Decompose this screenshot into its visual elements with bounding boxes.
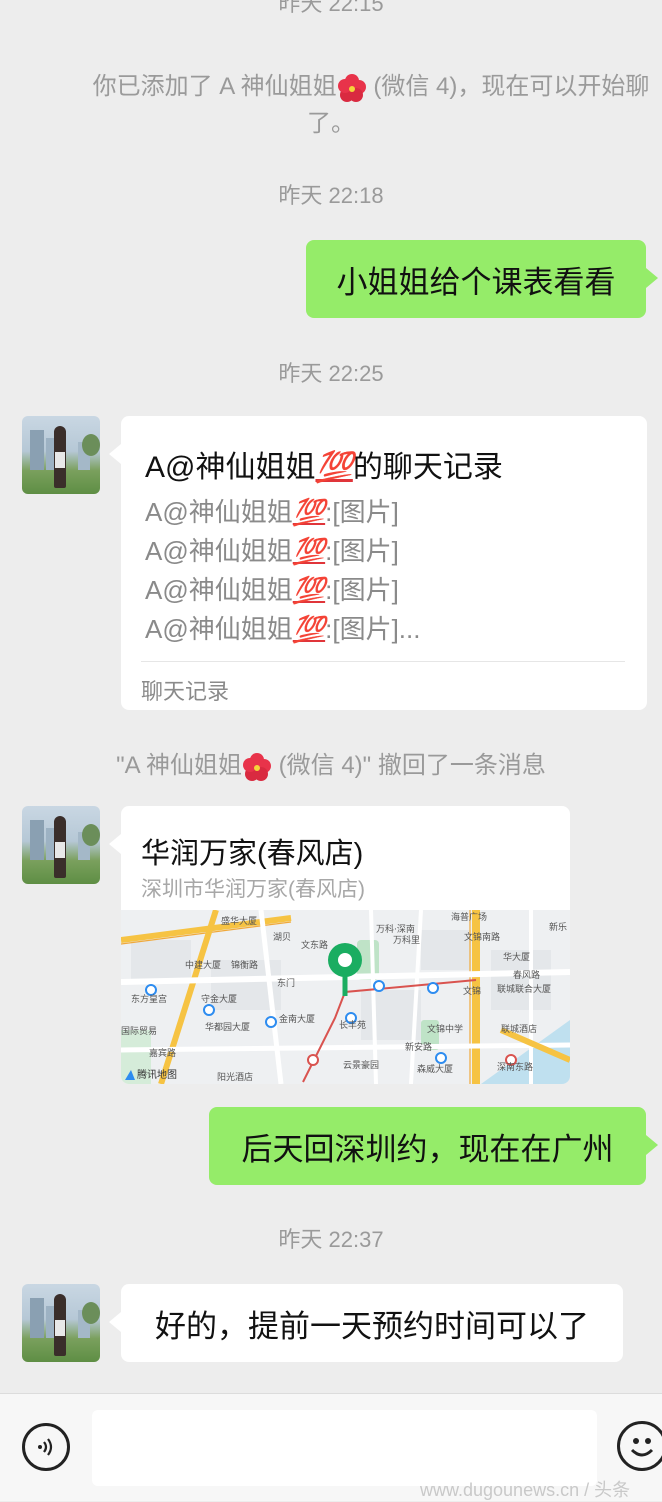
map-label: 阳光酒店 <box>217 1071 253 1083</box>
system-added-notice: 你已添加了 A 神仙姐姐 (微信 4)，现在可以开始聊 <box>0 66 662 103</box>
map-label: 森威大厦 <box>417 1063 453 1075</box>
received-message-bubble[interactable]: 好的，提前一天预约时间可以了 <box>121 1284 623 1362</box>
smiley-icon <box>630 1438 654 1457</box>
map-label: 深南东路 <box>497 1061 533 1073</box>
map-label: 国际贸易 <box>121 1025 157 1037</box>
map-label: 万科·深南 <box>376 923 415 935</box>
map-label: 东方皇宫 <box>131 993 167 1005</box>
chat-record-title: A@神仙姐姐💯的聊天记录 <box>145 442 503 486</box>
map-label: 文锦 <box>463 985 481 997</box>
contact-avatar[interactable] <box>22 806 100 884</box>
chat-record-title-suffix: 的聊天记录 <box>352 451 503 484</box>
sent-message-bubble[interactable]: 后天回深圳约，现在在广州 <box>209 1107 646 1185</box>
chat-record-card[interactable]: A@神仙姐姐💯的聊天记录 A@神仙姐姐💯:[图片] A@神仙姐姐💯:[图片] A… <box>121 416 647 710</box>
location-address: 深圳市华润万家(春风店) <box>141 878 365 901</box>
hundred-points-icon: 💯 <box>315 451 353 484</box>
chat-record-line: A@神仙姐姐💯:[图片] <box>145 497 399 527</box>
bubble-tail <box>109 834 121 854</box>
timestamp: 昨天 22:18 <box>278 183 384 208</box>
hundred-points-icon: 💯 <box>292 575 326 605</box>
location-map[interactable]: 盛华大厦 湖贝 文东路 万科·深南 万科里 海普广场 文锦南路 华大厦 新乐 中… <box>121 910 570 1084</box>
timestamp: 昨天 22:25 <box>278 361 384 386</box>
map-label: 金南大厦 <box>279 1013 315 1025</box>
chat-record-title-name: A@神仙姐姐 <box>145 451 316 484</box>
timestamp: 昨天 22:37 <box>278 1227 384 1252</box>
system-added-prefix: 你已添加了 A 神仙姐姐 <box>92 73 337 100</box>
map-attribution: 腾讯地图 <box>137 1068 177 1081</box>
map-label: 文锦南路 <box>464 931 500 943</box>
system-added-line2: 了。 <box>307 110 355 137</box>
recall-notice-suffix: (微信 4)" 撤回了一条消息 <box>272 752 546 779</box>
contact-avatar[interactable] <box>22 416 100 494</box>
chat-input-bar: www.dugounews.cn / 头条 <box>0 1393 662 1501</box>
map-label: 嘉宾路 <box>149 1047 176 1059</box>
location-title: 华润万家(春风店) <box>141 838 364 870</box>
message-text: 小姐姐给个课表看看 <box>336 264 616 300</box>
bubble-tail <box>646 1135 658 1155</box>
bubble-tail <box>646 268 658 288</box>
map-label: 盛华大厦 <box>221 915 257 927</box>
chat-record-line: A@神仙姐姐💯:[图片] <box>145 536 399 566</box>
map-label: 云景豪园 <box>343 1059 379 1071</box>
sent-message-bubble[interactable]: 小姐姐给个课表看看 <box>306 240 646 318</box>
chat-record-line: A@神仙姐姐💯:[图片] <box>145 575 399 605</box>
map-label: 文东路 <box>301 939 328 951</box>
map-label: 春风路 <box>513 969 540 981</box>
hibiscus-icon <box>337 73 367 103</box>
map-label: 联城联合大厦 <box>497 983 551 995</box>
hibiscus-icon <box>242 752 272 782</box>
divider <box>141 661 625 662</box>
voice-icon <box>38 1438 53 1456</box>
voice-input-button[interactable] <box>22 1423 70 1471</box>
message-text: 好的，提前一天预约时间可以了 <box>155 1308 589 1344</box>
system-added-suffix: (微信 4)，现在可以开始聊 <box>366 73 650 100</box>
hundred-points-icon: 💯 <box>292 536 326 566</box>
map-label: 长丰苑 <box>339 1019 366 1031</box>
partial-timestamp: 昨天 22:15 <box>278 0 384 16</box>
map-label: 华都园大厦 <box>205 1021 250 1033</box>
chat-record-line: A@神仙姐姐💯:[图片]... <box>145 614 421 644</box>
map-label: 湖贝 <box>273 932 291 943</box>
watermark-text: www.dugounews.cn / 头条 <box>420 1480 631 1500</box>
message-text: 后天回深圳约，现在在广州 <box>241 1131 614 1167</box>
map-label: 万科里 <box>393 934 420 946</box>
map-label: 东门 <box>277 977 295 989</box>
map-label: 新安路 <box>405 1041 432 1053</box>
hundred-points-icon: 💯 <box>292 614 326 644</box>
emoji-button[interactable] <box>617 1421 662 1471</box>
map-label: 锦衡路 <box>231 959 258 971</box>
map-label: 海普广场 <box>451 911 487 923</box>
contact-avatar[interactable] <box>22 1284 100 1362</box>
hundred-points-icon: 💯 <box>292 497 326 527</box>
map-label: 中建大厦 <box>185 959 221 971</box>
bubble-tail <box>109 444 121 464</box>
bubble-tail <box>109 1312 121 1332</box>
recall-notice-prefix: "A 神仙姐姐 <box>116 752 242 779</box>
map-label: 华大厦 <box>503 951 530 963</box>
location-card[interactable]: 华润万家(春风店) 深圳市华润万家(春风店) 盛华大厦 湖贝 文东路 万科·深南… <box>121 806 570 1084</box>
map-label: 联城酒店 <box>501 1023 537 1035</box>
map-label: 文锦中学 <box>427 1023 463 1035</box>
recall-notice: "A 神仙姐姐 (微信 4)" 撤回了一条消息 <box>0 745 662 782</box>
map-label: 新乐 <box>549 921 567 933</box>
chat-record-footer: 聊天记录 <box>141 679 230 704</box>
map-label: 守金大厦 <box>201 993 237 1005</box>
message-input[interactable] <box>92 1410 597 1486</box>
